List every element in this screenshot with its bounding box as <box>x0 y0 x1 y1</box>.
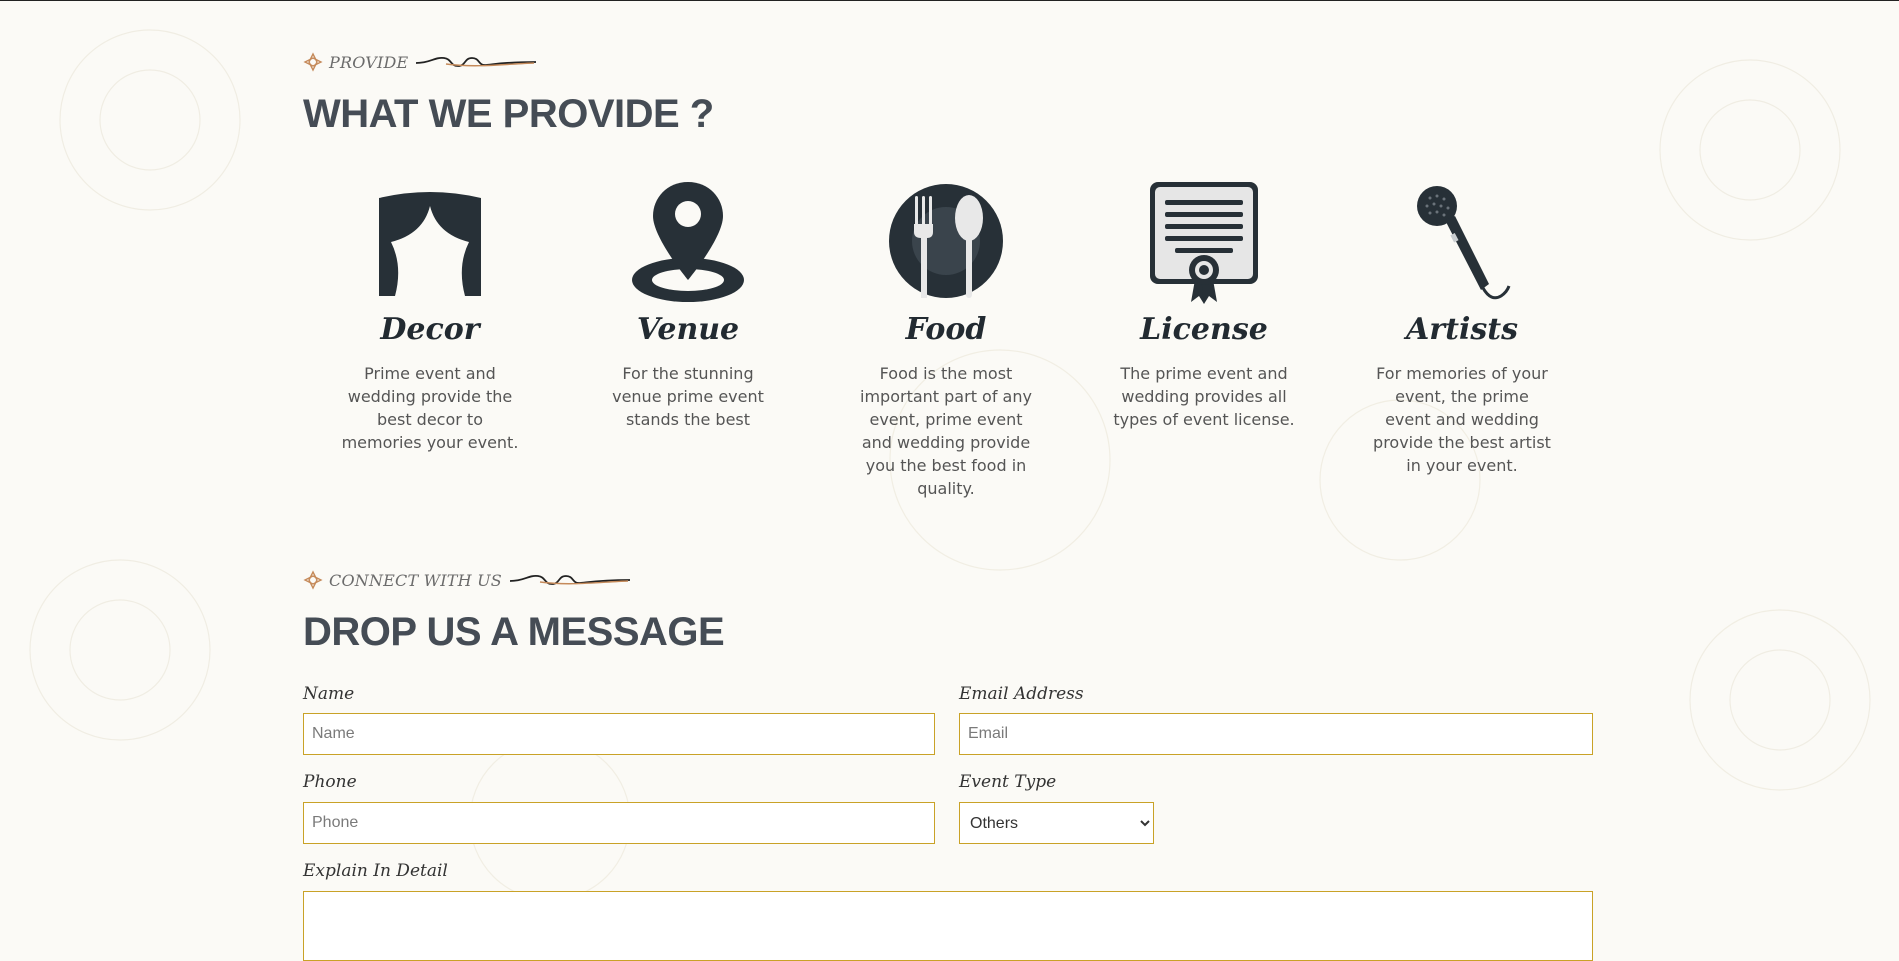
event-type-select[interactable]: Others <box>959 802 1154 844</box>
provide-eyebrow-label: PROVIDE <box>329 52 409 72</box>
name-input[interactable] <box>303 713 935 755</box>
provide-heading: WHAT WE PROVIDE ? <box>303 92 714 136</box>
detail-label: Explain In Detail <box>303 861 448 881</box>
feature-decor: Decor Prime event and wedding provide th… <box>330 176 530 454</box>
provide-eyebrow: PROVIDE <box>303 52 537 72</box>
feature-description: Food is the most important part of any e… <box>860 364 1032 498</box>
feature-description: For memories of your event, the prime ev… <box>1373 364 1551 475</box>
connect-eyebrow-label: CONNECT WITH US <box>329 570 502 590</box>
feature-food: Food Food is the most important part of … <box>846 176 1046 500</box>
feature-title: License <box>1140 312 1268 347</box>
feature-artists: Artists For memories of your event, the … <box>1362 176 1562 477</box>
event-type-label: Event Type <box>959 772 1057 792</box>
microphone-icon <box>1417 186 1511 300</box>
feature-venue: Venue For the stunning venue prime event… <box>588 176 788 431</box>
contact-heading: DROP US A MESSAGE <box>303 610 725 654</box>
connect-eyebrow: CONNECT WITH US <box>303 570 630 590</box>
feature-title: Decor <box>380 312 480 347</box>
top-border-line <box>0 0 1899 1</box>
flourish-icon <box>509 575 630 585</box>
flourish-icon <box>416 57 537 67</box>
feature-description: The prime event and wedding provides all… <box>1113 364 1295 429</box>
feature-description: Prime event and wedding provide the best… <box>341 364 519 452</box>
phone-label: Phone <box>303 772 357 792</box>
email-input[interactable] <box>959 713 1593 755</box>
feature-title: Venue <box>636 312 740 347</box>
feature-title: Food <box>905 312 987 347</box>
feature-title: Artists <box>1406 312 1518 347</box>
curtain-icon <box>379 192 481 296</box>
location-pin-icon <box>632 182 744 302</box>
phone-input[interactable] <box>303 802 935 844</box>
feature-description: For the stunning venue prime event stand… <box>612 364 764 429</box>
fork-spoon-plate-icon <box>889 184 1003 298</box>
ornament-icon <box>303 52 323 72</box>
features-grid: Decor Prime event and wedding provide th… <box>303 176 1593 498</box>
certificate-icon <box>1150 182 1258 304</box>
feature-license: License The prime event and wedding prov… <box>1104 176 1304 431</box>
name-label: Name <box>303 684 355 704</box>
email-label: Email Address <box>959 684 1084 704</box>
ornament-icon <box>303 570 323 590</box>
